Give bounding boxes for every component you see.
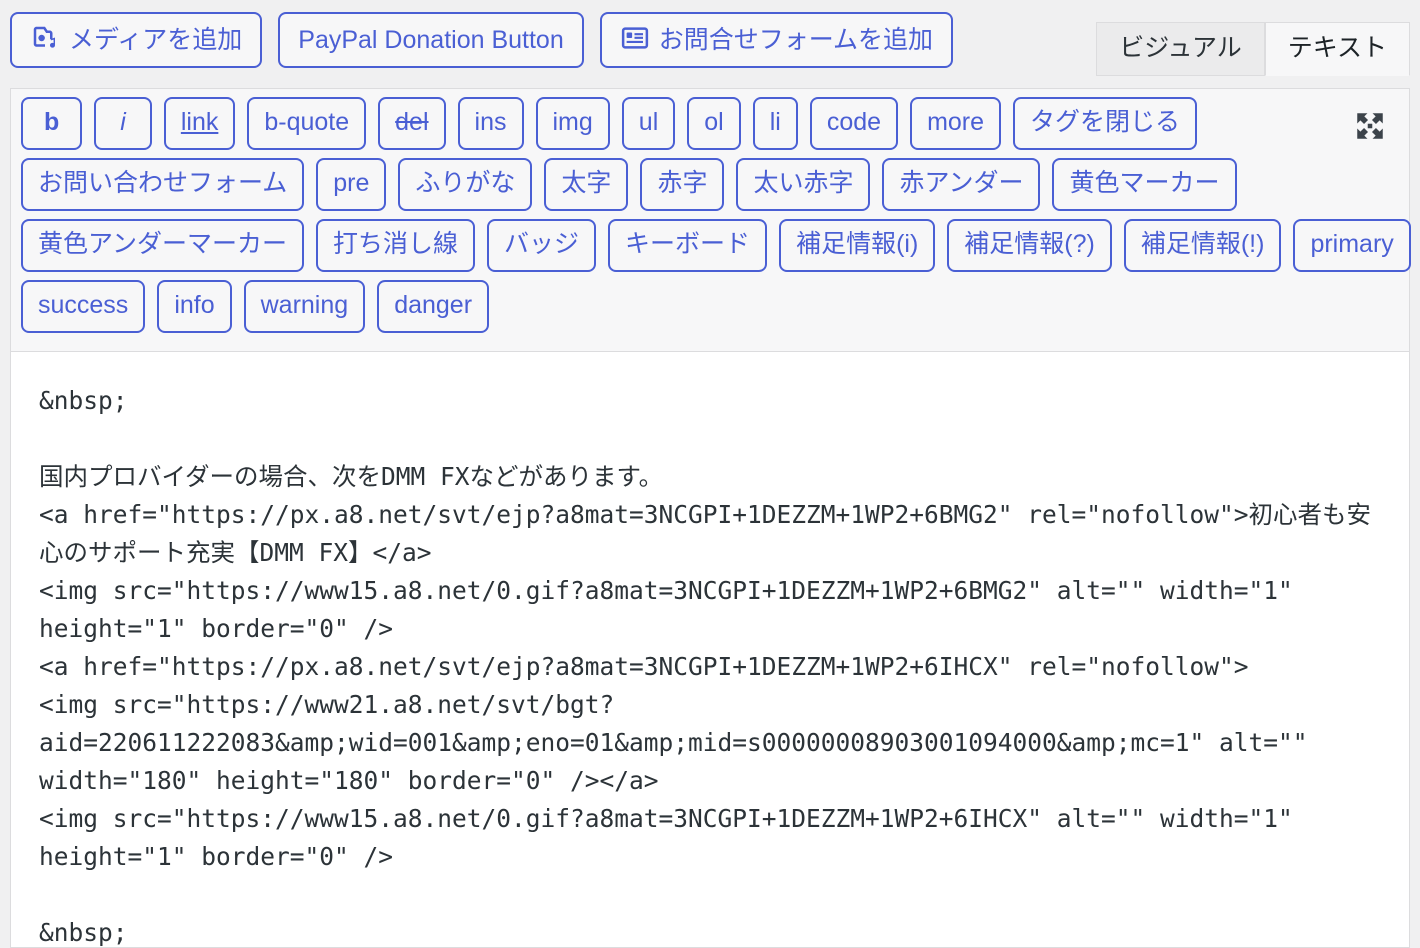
media-add-icon (30, 23, 60, 58)
quicktag-contact-form[interactable]: お問い合わせフォーム (21, 158, 305, 211)
quicktag-red-underline[interactable]: 赤アンダー (882, 158, 1041, 211)
quicktag-i[interactable]: i (94, 97, 152, 150)
quicktag-ol[interactable]: ol (687, 97, 741, 150)
quicktag-yellow-under-marker[interactable]: 黄色アンダーマーカー (21, 219, 305, 272)
add-media-button[interactable]: メディアを追加 (10, 12, 263, 68)
quicktags-row: 黄色アンダーマーカー 打ち消し線 バッジ キーボード 補足情報(i) 補足情報(… (21, 219, 1411, 272)
paypal-donation-label: PayPal Donation Button (298, 25, 564, 54)
quicktag-success[interactable]: success (21, 280, 146, 333)
quicktag-link[interactable]: link (163, 97, 236, 150)
add-contact-form-label: お問合せフォームを追加 (658, 25, 933, 54)
quicktag-note-alert[interactable]: 補足情報(!) (1123, 219, 1282, 272)
quicktag-li[interactable]: li (752, 97, 798, 150)
quicktag-img[interactable]: img (535, 97, 610, 150)
add-media-label: メディアを追加 (69, 25, 243, 54)
quicktag-b[interactable]: b (21, 97, 83, 150)
quicktag-keyboard[interactable]: キーボード (608, 219, 768, 272)
quicktag-yellow-marker[interactable]: 黄色マーカー (1052, 158, 1237, 211)
quicktags-row: success info warning danger (21, 280, 1401, 333)
editor-mode-tabs: ビジュアル テキスト (1096, 22, 1410, 76)
text-editor-area[interactable]: &nbsp; 国内プロバイダーの場合、次をDMM FXなどがあります。 <a h… (10, 351, 1410, 948)
quicktag-strikethrough[interactable]: 打ち消し線 (316, 219, 476, 272)
tab-visual-label: ビジュアル (1119, 34, 1242, 62)
quicktags-row: お問い合わせフォーム pre ふりがな 太字 赤字 太い赤字 赤アンダー 黄色マ… (21, 158, 1401, 211)
quicktag-b-quote[interactable]: b-quote (247, 97, 367, 150)
quicktag-note-info[interactable]: 補足情報(i) (779, 219, 936, 272)
quicktag-bold-red-text[interactable]: 太い赤字 (736, 158, 871, 211)
quicktag-red-text[interactable]: 赤字 (640, 158, 725, 211)
quicktag-note-question[interactable]: 補足情報(?) (947, 219, 1112, 272)
tab-text[interactable]: テキスト (1264, 22, 1410, 76)
quicktag-furigana[interactable]: ふりがな (398, 158, 533, 211)
media-toolbar: メディアを追加 PayPal Donation Button お問合せフォームを… (0, 0, 1420, 88)
quicktag-ul[interactable]: ul (621, 97, 676, 150)
post-editor: メディアを追加 PayPal Donation Button お問合せフォームを… (0, 0, 1420, 948)
quicktags-row: b i link b-quote del ins img ul ol li co… (21, 97, 1401, 150)
quicktag-ins[interactable]: ins (457, 97, 524, 150)
quicktag-badge[interactable]: バッジ (487, 219, 597, 272)
editor-content[interactable]: &nbsp; 国内プロバイダーの場合、次をDMM FXなどがあります。 <a h… (39, 382, 1381, 947)
quicktag-info[interactable]: info (157, 280, 232, 333)
quicktags-toolbar: b i link b-quote del ins img ul ol li co… (10, 88, 1411, 351)
quicktag-more[interactable]: more (910, 97, 1002, 150)
quicktag-close-tags[interactable]: タグを閉じる (1013, 97, 1198, 150)
quicktag-danger[interactable]: danger (377, 280, 490, 333)
quicktag-code[interactable]: code (809, 97, 899, 150)
fullscreen-expand-icon[interactable] (1353, 109, 1387, 143)
quicktag-pre[interactable]: pre (316, 158, 387, 211)
quicktag-primary[interactable]: primary (1293, 219, 1411, 272)
contact-form-icon (620, 23, 650, 58)
tab-visual[interactable]: ビジュアル (1096, 22, 1265, 76)
quicktag-warning[interactable]: warning (243, 280, 366, 333)
quicktag-bold-text[interactable]: 太字 (544, 158, 629, 211)
quicktag-del[interactable]: del (378, 97, 446, 150)
paypal-donation-button[interactable]: PayPal Donation Button (278, 12, 584, 68)
add-contact-form-button[interactable]: お問合せフォームを追加 (599, 12, 953, 68)
tab-text-label: テキスト (1287, 34, 1387, 62)
